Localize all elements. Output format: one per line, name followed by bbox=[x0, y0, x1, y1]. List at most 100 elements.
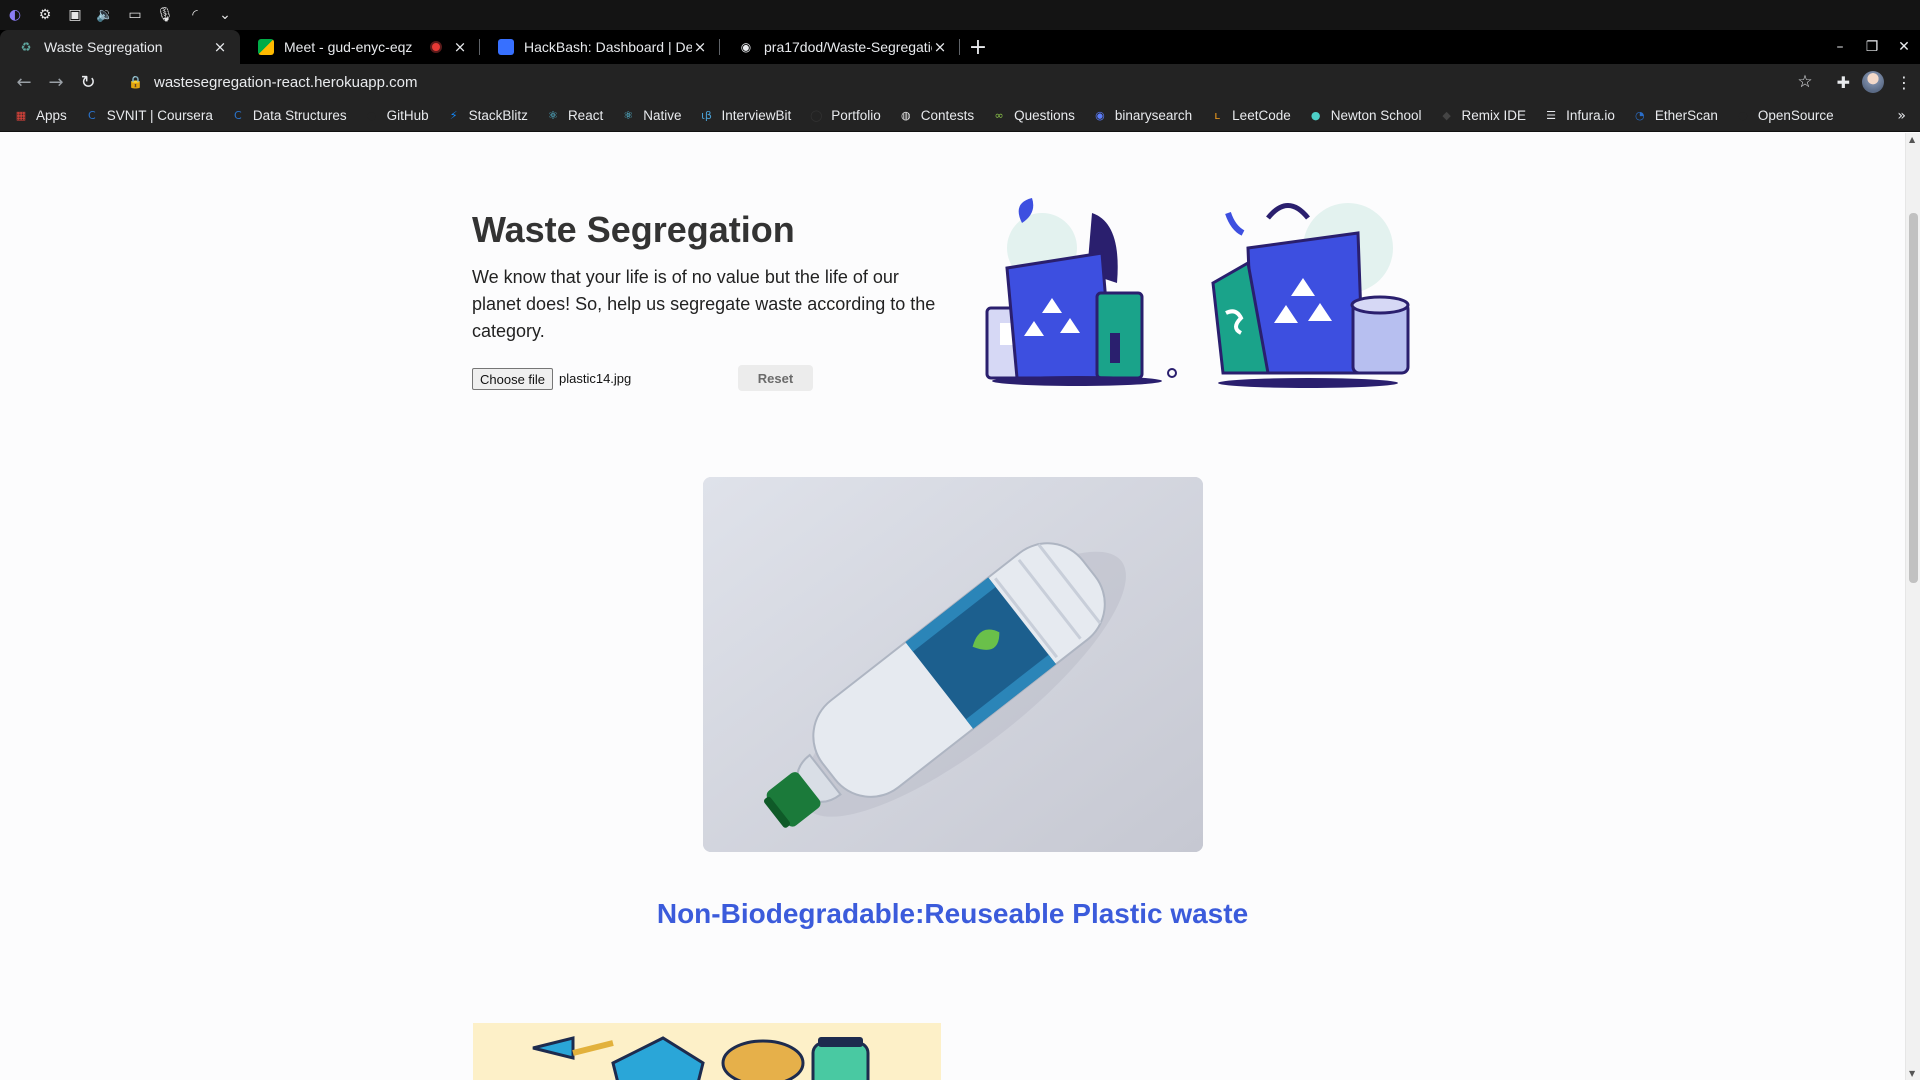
scroll-down-arrow-icon[interactable]: ▼ bbox=[1909, 1069, 1915, 1078]
bookmark-label: Portfolio bbox=[831, 108, 881, 123]
bookmark-etherscan[interactable]: ◔ EtherScan bbox=[1633, 108, 1718, 123]
tab-strip: ♻ Waste Segregation × Meet - gud-enyc-eq… bbox=[0, 30, 1920, 64]
github-icon: ● bbox=[366, 109, 377, 122]
address-bar[interactable]: 🔒 wastesegregation-react.herokuapp.com ☆ bbox=[114, 68, 1827, 96]
back-button[interactable]: ← bbox=[8, 66, 40, 98]
bookmarks-bar: ▦ Apps C SVNIT | Coursera C Data Structures ● G… bbox=[0, 100, 1920, 132]
app-launcher-icon[interactable]: ◐ bbox=[6, 6, 24, 24]
forward-button[interactable]: → bbox=[40, 66, 72, 98]
binarysearch-icon: ◉ bbox=[1095, 109, 1105, 122]
scrollbar-thumb[interactable] bbox=[1909, 213, 1918, 583]
volume-icon[interactable]: 🔉 bbox=[96, 6, 114, 24]
page-description: We know that your life is of no value bu… bbox=[472, 267, 936, 341]
uploaded-waste-image bbox=[703, 477, 1203, 852]
bookmark-label: Infura.io bbox=[1566, 108, 1615, 123]
close-icon[interactable]: × bbox=[452, 39, 468, 55]
bookmark-opensource[interactable]: ● OpenSource bbox=[1736, 108, 1834, 123]
remix-icon: ◆ bbox=[1442, 109, 1451, 122]
etherscan-icon: ◔ bbox=[1635, 109, 1645, 122]
bookmark-remix-ide[interactable]: ◆ Remix IDE bbox=[1440, 108, 1527, 123]
react-icon: ⚛ bbox=[548, 109, 558, 122]
notes-icon[interactable]: ▣ bbox=[66, 6, 84, 24]
recycling-bag-illustration bbox=[1211, 203, 1410, 388]
selected-file-name: plastic14.jpg bbox=[559, 371, 632, 386]
bookmark-infura-io[interactable]: ☰ Infura.io bbox=[1544, 108, 1615, 123]
bookmark-label: StackBlitz bbox=[468, 108, 528, 123]
globe-icon: ◯ bbox=[810, 109, 823, 122]
battery-icon[interactable]: ▭ bbox=[126, 6, 144, 24]
bookmark-label: binarysearch bbox=[1114, 108, 1193, 123]
close-window-icon[interactable]: ✕ bbox=[1888, 39, 1920, 55]
bookmark-binarysearch[interactable]: ◉ binarysearch bbox=[1093, 108, 1192, 123]
meet-icon bbox=[258, 39, 274, 55]
bookmark-stackblitz[interactable]: ⚡ StackBlitz bbox=[447, 108, 528, 123]
recording-indicator-icon bbox=[430, 41, 442, 53]
waste-items-illustration bbox=[473, 1023, 941, 1080]
infura-icon: ☰ bbox=[1546, 109, 1556, 122]
bookmark-apps[interactable]: ▦ Apps bbox=[14, 108, 67, 123]
close-icon[interactable]: × bbox=[212, 39, 228, 55]
bookmark-data-structures[interactable]: C Data Structures bbox=[231, 108, 347, 123]
devfolio-icon bbox=[498, 39, 514, 55]
recycle-icon: ♻ bbox=[20, 40, 32, 54]
page-scrollbar[interactable]: ▲ ▼ bbox=[1905, 133, 1920, 1080]
restore-icon[interactable]: ❐ bbox=[1856, 39, 1888, 55]
reset-button[interactable]: Reset bbox=[738, 365, 813, 391]
newton-icon: ● bbox=[1310, 109, 1321, 122]
microphone-icon[interactable]: 🎙 bbox=[156, 6, 174, 24]
github-icon: ● bbox=[1738, 109, 1748, 122]
bookmark-native[interactable]: ⚛ Native bbox=[621, 108, 681, 123]
recycling-bins-illustration bbox=[985, 198, 1177, 386]
bookmark-label: InterviewBit bbox=[721, 108, 792, 123]
tab-waste-segregation[interactable]: ♻ Waste Segregation × bbox=[0, 30, 240, 64]
bookmark-contests[interactable]: ◍ Contests bbox=[899, 108, 974, 123]
bookmark-react[interactable]: ⚛ React bbox=[546, 108, 603, 123]
tab-meet[interactable]: Meet - gud-enyc-eqz × bbox=[240, 30, 480, 64]
bookmark-questions[interactable]: ∞ Questions bbox=[992, 108, 1074, 123]
choose-file-button[interactable]: Choose file bbox=[472, 368, 554, 390]
tab-separator bbox=[959, 39, 960, 55]
tab-hackbash[interactable]: HackBash: Dashboard | Devfolio × bbox=[480, 30, 720, 64]
tab-github-repo[interactable]: ◉ pra17dod/Waste-Segregation × bbox=[720, 30, 960, 64]
bookmark-leetcode[interactable]: ʟ LeetCode bbox=[1210, 108, 1290, 123]
leetcode-icon: ʟ bbox=[1214, 109, 1220, 122]
bookmark-label: Remix IDE bbox=[1461, 108, 1527, 123]
extensions-icon[interactable]: ✚ bbox=[1837, 73, 1850, 92]
coursera-icon: C bbox=[233, 109, 242, 122]
reload-button[interactable]: ↻ bbox=[72, 66, 104, 98]
bookmark-label: Native bbox=[643, 108, 682, 123]
apps-grid-icon: ▦ bbox=[15, 109, 27, 122]
bookmark-label: Contests bbox=[920, 108, 975, 123]
bookmark-interviewbit[interactable]: ιβ InterviewBit bbox=[699, 108, 791, 123]
wifi-icon[interactable]: ◜ bbox=[186, 6, 204, 24]
classification-result: Non-Biodegradable:Reuseable Plastic wast… bbox=[656, 898, 1249, 929]
page-title: Waste Segregation bbox=[472, 209, 795, 250]
window-controls: – ❐ ✕ bbox=[1824, 30, 1920, 64]
bookmark-star-icon[interactable]: ☆ bbox=[1797, 72, 1812, 92]
scroll-up-arrow-icon[interactable]: ▲ bbox=[1909, 135, 1915, 144]
bookmark-newton-school[interactable]: ● Newton School bbox=[1309, 108, 1422, 123]
profile-avatar[interactable] bbox=[1862, 71, 1884, 93]
bookmark-label: SVNIT | Coursera bbox=[106, 108, 213, 123]
bookmark-portfolio[interactable]: ◯ Portfolio bbox=[809, 108, 881, 123]
menu-kebab-icon[interactable]: ⋮ bbox=[1896, 73, 1912, 92]
bookmark-svnit-coursera[interactable]: C SVNIT | Coursera bbox=[85, 108, 213, 123]
url-text: wastesegregation-react.herokuapp.com bbox=[154, 73, 418, 91]
chevron-down-icon[interactable]: ⌄ bbox=[216, 6, 234, 24]
browser-toolbar: ← → ↻ 🔒 wastesegregation-react.herokuapp… bbox=[0, 64, 1920, 100]
bookmark-label: OpenSource bbox=[1757, 108, 1834, 123]
accessibility-icon[interactable]: ⚙ bbox=[36, 6, 54, 24]
bookmark-github[interactable]: ● GitHub bbox=[365, 108, 429, 123]
bookmarks-overflow-icon[interactable]: » bbox=[1897, 108, 1906, 124]
bookmark-label: GitHub bbox=[386, 108, 429, 123]
close-icon[interactable]: × bbox=[692, 39, 708, 55]
lock-icon[interactable]: 🔒 bbox=[128, 75, 144, 89]
bookmark-label: Data Structures bbox=[252, 108, 347, 123]
close-icon[interactable]: × bbox=[932, 39, 948, 55]
codechef-icon: ◍ bbox=[900, 109, 911, 122]
new-tab-button[interactable]: + bbox=[960, 30, 996, 64]
github-icon: ◉ bbox=[740, 40, 752, 54]
minimize-icon[interactable]: – bbox=[1824, 39, 1856, 55]
tab-title: HackBash: Dashboard | Devfolio bbox=[524, 39, 692, 55]
bookmark-label: EtherScan bbox=[1654, 108, 1718, 123]
